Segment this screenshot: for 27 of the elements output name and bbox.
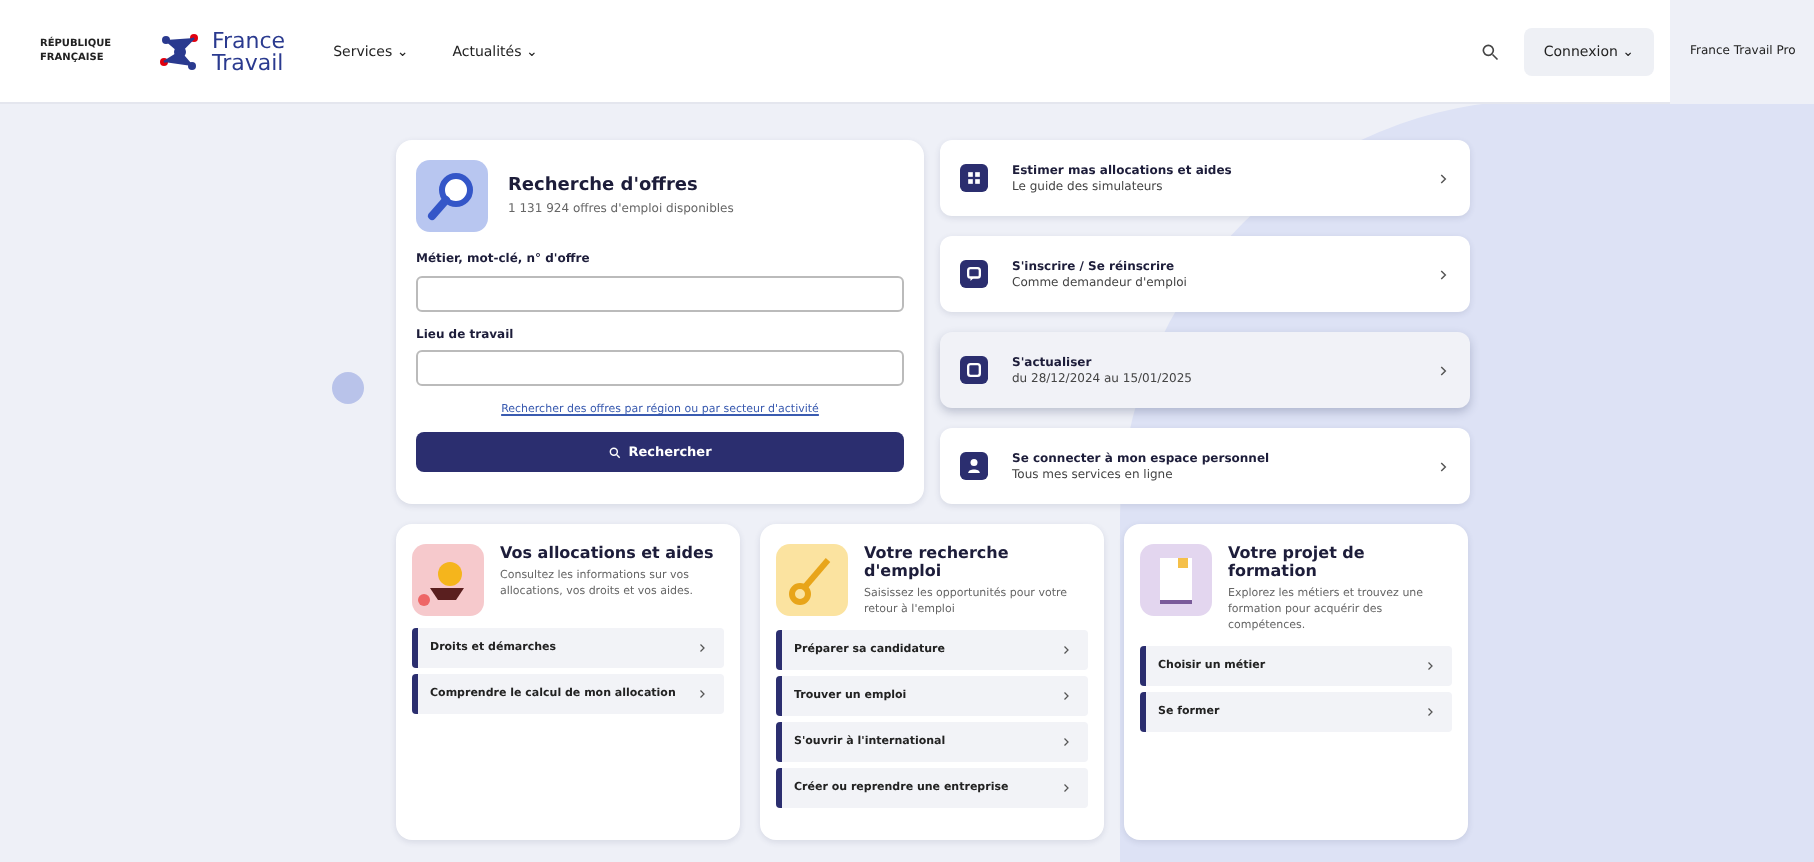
chevron-icon <box>1424 660 1436 672</box>
chevron-icon <box>1060 736 1072 748</box>
search-icon <box>608 445 623 459</box>
input-field[interactable] <box>416 350 904 386</box>
input-field[interactable] <box>416 275 904 311</box>
grid-icon <box>960 164 988 192</box>
card-title: Recherche d'offres <box>508 176 700 196</box>
card-title: Vos allocations et aides <box>500 544 716 562</box>
chevron-icon <box>1436 459 1450 473</box>
chevron-icon <box>1436 267 1450 281</box>
person-icon <box>960 452 988 480</box>
chevron-icon <box>1436 363 1450 377</box>
chat-icon <box>960 260 988 288</box>
chevron-icon <box>1060 782 1072 794</box>
card-title: Votre projet de formation <box>1228 544 1367 580</box>
chevron-icon <box>696 688 708 700</box>
chevron-icon <box>1060 644 1072 656</box>
logo-text: France Travail <box>212 29 286 73</box>
search-icon <box>1479 41 1500 61</box>
decorative-dot <box>332 372 364 404</box>
chevron-icon <box>696 642 708 654</box>
chevron-icon <box>1060 690 1072 702</box>
chevron-icon <box>1424 706 1436 718</box>
card-title: Votre recherche d'emploi <box>864 544 1011 580</box>
chevron-icon <box>1436 171 1450 185</box>
square-icon <box>960 356 988 384</box>
magnifier-icon <box>416 160 488 232</box>
